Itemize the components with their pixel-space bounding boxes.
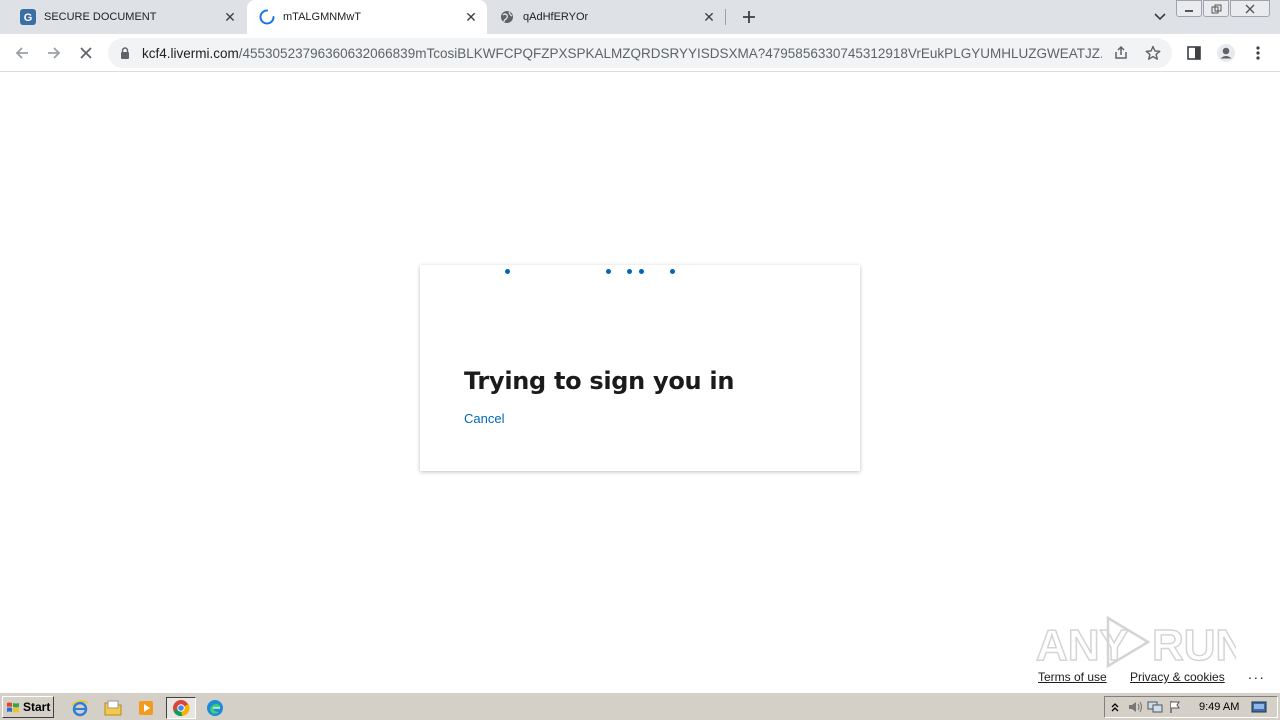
start-button[interactable]: Start	[2, 696, 54, 718]
close-icon[interactable]: ✕	[222, 9, 238, 25]
tab-secure-document[interactable]: G SECURE DOCUMENT ✕	[8, 0, 246, 34]
action-center-flag-icon[interactable]	[1165, 698, 1185, 716]
restore-button[interactable]	[1203, 0, 1229, 17]
profile-avatar-icon[interactable]	[1214, 41, 1238, 65]
anyrun-watermark: ANY RUN	[1035, 610, 1248, 674]
browser-toolbar: kcf4.livermi.com/455305237963606320668​3…	[0, 34, 1280, 72]
globe-icon	[499, 9, 515, 25]
more-options-button[interactable]: ...	[1248, 666, 1266, 682]
progress-dot	[639, 269, 644, 274]
new-tab-button[interactable]	[737, 5, 761, 29]
cancel-link[interactable]: Cancel	[464, 411, 504, 426]
windows-taskbar: Start 9:49 AM	[0, 692, 1280, 720]
svg-text:G: G	[24, 12, 33, 24]
file-explorer-icon[interactable]	[101, 697, 125, 719]
bookmark-star-icon[interactable]	[1144, 44, 1162, 62]
side-panel-icon[interactable]	[1182, 41, 1206, 65]
window-controls	[1175, 0, 1270, 18]
url-host: kcf4.livermi.com	[142, 45, 239, 61]
stop-loading-button[interactable]	[74, 41, 98, 65]
media-player-icon[interactable]	[134, 697, 158, 719]
lock-icon[interactable]	[120, 47, 134, 59]
network-icon[interactable]	[1145, 698, 1165, 716]
progress-dot	[627, 269, 632, 274]
page-content: Trying to sign you in Cancel ANY RUN Ter…	[0, 72, 1280, 692]
tab-title: SECURE DOCUMENT	[44, 11, 157, 23]
address-bar[interactable]: kcf4.livermi.com/455305237963606320668​3…	[108, 38, 1172, 68]
system-tray: 9:49 AM	[1104, 696, 1278, 718]
progress-dot	[505, 269, 510, 274]
url-text: kcf4.livermi.com/455305237963606320668​3…	[142, 46, 1102, 61]
forward-button[interactable]	[42, 41, 66, 65]
tab-title: mTALGMNMwT	[283, 11, 362, 23]
clock[interactable]: 9:49 AM	[1199, 701, 1239, 713]
show-desktop-icon[interactable]	[1249, 698, 1269, 716]
chrome-icon[interactable]	[166, 697, 196, 719]
url-path: /455305237963606320668​39mTcosiBLKWFCPQF…	[238, 45, 1102, 61]
close-window-button[interactable]	[1230, 0, 1270, 17]
privacy-cookies-link[interactable]: Privacy & cookies	[1130, 670, 1225, 684]
minimize-button[interactable]	[1176, 0, 1202, 17]
loading-spinner-icon	[259, 9, 275, 25]
tab-third[interactable]: qAdHfERYOr ✕	[487, 0, 725, 34]
windows-flag-icon	[7, 702, 19, 713]
kebab-menu-icon[interactable]	[1246, 41, 1270, 65]
g-letter-icon: G	[20, 9, 36, 25]
signin-card: Trying to sign you in Cancel	[420, 265, 860, 471]
close-icon[interactable]: ✕	[463, 9, 479, 25]
page-footer: Terms of use Privacy & cookies ...	[0, 666, 1280, 692]
tab-separator	[725, 9, 726, 25]
close-icon[interactable]: ✕	[701, 9, 717, 25]
svg-text:RUN: RUN	[1152, 621, 1236, 670]
tab-strip: G SECURE DOCUMENT ✕ mTALGMNMwT ✕ qAdHfER…	[0, 0, 1280, 34]
tab-active[interactable]: mTALGMNMwT ✕	[247, 0, 487, 34]
signin-heading: Trying to sign you in	[464, 367, 735, 395]
volume-icon[interactable]	[1125, 698, 1145, 716]
edge-icon[interactable]	[203, 697, 227, 719]
progress-dot	[670, 269, 675, 274]
progress-dot	[606, 269, 611, 274]
back-button[interactable]	[10, 41, 34, 65]
chevron-down-icon[interactable]	[1150, 7, 1170, 27]
terms-of-use-link[interactable]: Terms of use	[1038, 670, 1107, 684]
tray-expand-icon[interactable]	[1105, 698, 1125, 716]
tab-title: qAdHfERYOr	[523, 11, 589, 23]
share-icon[interactable]	[1112, 44, 1130, 62]
internet-explorer-icon[interactable]	[68, 697, 92, 719]
start-label: Start	[23, 700, 51, 714]
